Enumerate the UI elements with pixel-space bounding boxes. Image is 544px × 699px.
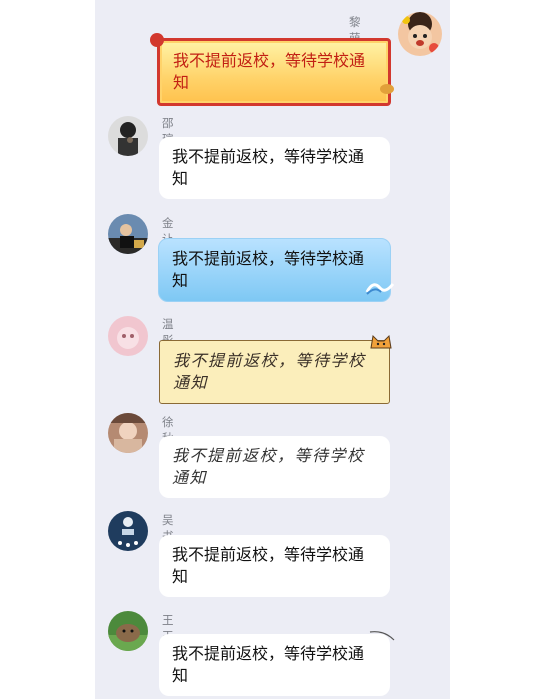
message-bubble[interactable]: 我不提前返校，等待学校通知 — [157, 38, 391, 106]
avatar[interactable] — [108, 413, 148, 453]
cat-icon — [370, 334, 392, 349]
swoosh-icon — [369, 631, 395, 641]
message-bubble[interactable]: 我不提前返校，等待学校通知 — [158, 238, 391, 302]
avatar[interactable] — [108, 116, 148, 156]
message-bubble[interactable]: 我不提前返校，等待学校通知 — [159, 634, 390, 696]
avatar[interactable] — [108, 316, 148, 356]
message-bubble[interactable]: 我不提前返校，等待学校通知 — [159, 535, 390, 597]
cloud-ornament-icon — [380, 84, 394, 94]
message-bubble[interactable]: 我不提前返校，等待学校通知 — [159, 137, 390, 199]
avatar[interactable] — [108, 611, 148, 651]
message-bubble[interactable]: 我不提前返校，等待学校通知 — [159, 340, 390, 404]
message-bubble[interactable]: 我不提前返校，等待学校通知 — [159, 436, 390, 498]
avatar[interactable] — [108, 214, 148, 254]
cloud-ornament-icon — [150, 33, 164, 47]
wave-icon — [365, 283, 395, 295]
avatar[interactable] — [398, 12, 442, 56]
avatar[interactable] — [108, 511, 148, 551]
